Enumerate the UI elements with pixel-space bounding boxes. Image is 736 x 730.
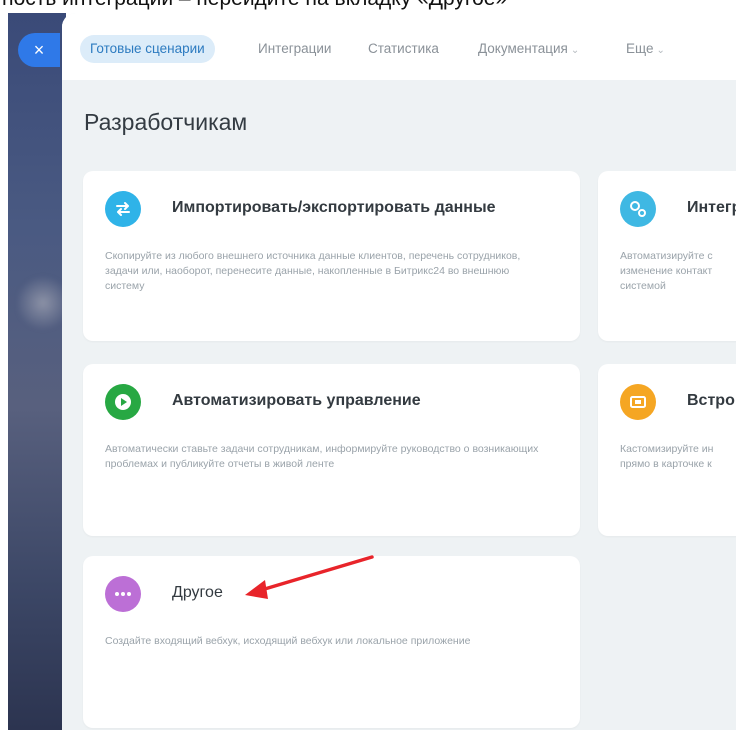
caption-text: ность интеграции – перейдите на вкладку … [2, 0, 507, 11]
developers-panel: Готовые сценарии Интеграции Статистика Д… [62, 13, 736, 730]
close-icon: × [33, 40, 45, 60]
background-blob [18, 273, 66, 333]
annotation-arrow [245, 555, 374, 599]
close-button[interactable]: × [18, 33, 60, 67]
caption-strip: ность интеграции – перейдите на вкладку … [0, 0, 736, 13]
background-blur [8, 13, 66, 730]
